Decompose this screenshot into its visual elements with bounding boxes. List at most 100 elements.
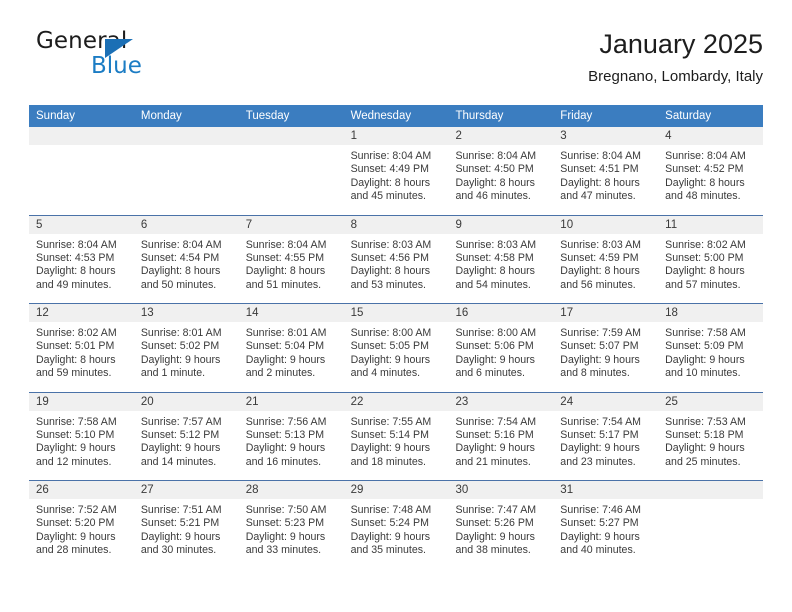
daylight-text-line1: Daylight: 9 hours xyxy=(140,353,221,366)
daylight-text-line2: and 14 minutes. xyxy=(140,455,217,468)
sunset-text: Sunset: 5:23 PM xyxy=(245,517,325,530)
sunset-text: Sunset: 4:59 PM xyxy=(560,251,639,264)
day-cell[interactable]: 7 Sunrise: 8:04 AM Sunset: 4:55 PM Dayli… xyxy=(238,215,344,304)
daylight-text-line1: Daylight: 9 hours xyxy=(350,530,431,543)
daylight-text-line2: and 54 minutes. xyxy=(455,278,531,291)
sunrise-text: Sunrise: 8:04 AM xyxy=(665,150,746,162)
day-cell[interactable]: 28 Sunrise: 7:50 AM Sunset: 5:23 PM Dayl… xyxy=(238,481,344,569)
day-cell[interactable]: 31 Sunrise: 7:46 AM Sunset: 5:27 PM Dayl… xyxy=(553,481,659,569)
day-cell[interactable]: 6 Sunrise: 8:04 AM Sunset: 4:54 PM Dayli… xyxy=(133,215,239,304)
sunset-text: Sunset: 4:54 PM xyxy=(140,251,220,264)
day-cell[interactable]: 12 Sunrise: 8:02 AM Sunset: 5:01 PM Dayl… xyxy=(29,304,134,392)
day-number: 9 xyxy=(448,215,554,234)
sunset-text: Sunset: 5:06 PM xyxy=(455,340,534,353)
day-sun-info: Sunrise: 8:00 AM Sunset: 5:05 PM Dayligh… xyxy=(344,322,449,381)
day-number: 22 xyxy=(343,392,449,411)
day-number: 14 xyxy=(238,304,344,322)
sunrise-text: Sunrise: 8:01 AM xyxy=(245,327,327,339)
daylight-text-line2: and 16 minutes. xyxy=(245,455,322,468)
sunrise-text: Sunrise: 7:58 AM xyxy=(36,415,117,428)
day-number: 30 xyxy=(448,481,554,499)
day-cell xyxy=(238,127,344,215)
daylight-text-line1: Daylight: 8 hours xyxy=(455,176,535,189)
day-cell[interactable]: 4 Sunrise: 8:04 AM Sunset: 4:52 PM Dayli… xyxy=(658,127,764,215)
day-cell[interactable]: 24 Sunrise: 7:54 AM Sunset: 5:17 PM Dayl… xyxy=(553,392,659,481)
day-sun-info: Sunrise: 8:04 AM Sunset: 4:50 PM Dayligh… xyxy=(448,145,553,204)
calendar-week-row: 1 Sunrise: 8:04 AM Sunset: 4:49 PM Dayli… xyxy=(29,127,764,215)
day-number: 20 xyxy=(133,392,239,411)
day-number: 7 xyxy=(238,215,344,234)
day-cell[interactable]: 3 Sunrise: 8:04 AM Sunset: 4:51 PM Dayli… xyxy=(553,127,659,215)
daylight-text-line2: and 30 minutes. xyxy=(140,544,217,557)
day-cell[interactable]: 1 Sunrise: 8:04 AM Sunset: 4:49 PM Dayli… xyxy=(343,127,449,215)
day-cell xyxy=(133,127,239,215)
sunrise-text: Sunrise: 8:04 AM xyxy=(455,150,537,162)
day-sun-info: Sunrise: 7:54 AM Sunset: 5:17 PM Dayligh… xyxy=(553,411,658,470)
daylight-text-line1: Daylight: 9 hours xyxy=(245,530,326,543)
day-number: 21 xyxy=(238,392,344,411)
daylight-text-line1: Daylight: 8 hours xyxy=(245,265,326,278)
day-sun-info: Sunrise: 7:47 AM Sunset: 5:26 PM Dayligh… xyxy=(448,499,553,558)
day-cell[interactable]: 13 Sunrise: 8:01 AM Sunset: 5:02 PM Dayl… xyxy=(133,304,239,392)
day-cell[interactable]: 11 Sunrise: 8:02 AM Sunset: 5:00 PM Dayl… xyxy=(658,215,764,304)
day-cell xyxy=(29,127,134,215)
day-number: 2 xyxy=(448,127,554,145)
brand-logo[interactable]: General Blue xyxy=(29,28,249,86)
day-cell[interactable]: 14 Sunrise: 8:01 AM Sunset: 5:04 PM Dayl… xyxy=(238,304,344,392)
day-cell[interactable]: 25 Sunrise: 7:53 AM Sunset: 5:18 PM Dayl… xyxy=(658,392,764,481)
day-number xyxy=(238,127,344,145)
day-number xyxy=(133,127,239,145)
daylight-text-line2: and 33 minutes. xyxy=(245,544,322,557)
weekday-header-wednesday: Wednesday xyxy=(350,110,412,122)
weekday-header-monday: Monday xyxy=(140,110,182,122)
daylight-text-line1: Daylight: 9 hours xyxy=(245,353,326,366)
day-sun-info: Sunrise: 8:00 AM Sunset: 5:06 PM Dayligh… xyxy=(448,322,553,381)
day-number: 1 xyxy=(343,127,449,145)
daylight-text-line2: and 50 minutes. xyxy=(140,278,217,291)
sunrise-text: Sunrise: 8:02 AM xyxy=(665,238,746,251)
day-sun-info: Sunrise: 8:04 AM Sunset: 4:51 PM Dayligh… xyxy=(553,145,658,204)
weekday-header-sunday: Sunday xyxy=(36,110,76,122)
day-cell[interactable]: 5 Sunrise: 8:04 AM Sunset: 4:53 PM Dayli… xyxy=(29,215,134,304)
sunrise-text: Sunrise: 7:54 AM xyxy=(560,415,641,428)
day-cell[interactable]: 20 Sunrise: 7:57 AM Sunset: 5:12 PM Dayl… xyxy=(133,392,239,481)
day-cell[interactable]: 17 Sunrise: 7:59 AM Sunset: 5:07 PM Dayl… xyxy=(553,304,659,392)
day-cell[interactable]: 9 Sunrise: 8:03 AM Sunset: 4:58 PM Dayli… xyxy=(448,215,554,304)
day-cell[interactable]: 15 Sunrise: 8:00 AM Sunset: 5:05 PM Dayl… xyxy=(343,304,449,392)
day-cell[interactable]: 27 Sunrise: 7:51 AM Sunset: 5:21 PM Dayl… xyxy=(133,481,239,569)
daylight-text-line1: Daylight: 8 hours xyxy=(350,265,431,278)
day-cell[interactable]: 30 Sunrise: 7:47 AM Sunset: 5:26 PM Dayl… xyxy=(448,481,554,569)
day-sun-info: Sunrise: 7:55 AM Sunset: 5:14 PM Dayligh… xyxy=(344,411,449,470)
day-number: 8 xyxy=(343,215,449,234)
daylight-text-line2: and 49 minutes. xyxy=(36,278,112,291)
day-cell[interactable]: 16 Sunrise: 8:00 AM Sunset: 5:06 PM Dayl… xyxy=(448,304,554,392)
day-cell[interactable]: 22 Sunrise: 7:55 AM Sunset: 5:14 PM Dayl… xyxy=(343,392,449,481)
sunset-text: Sunset: 5:14 PM xyxy=(350,428,429,441)
daylight-text-line2: and 35 minutes. xyxy=(350,544,426,557)
day-cell[interactable]: 21 Sunrise: 7:56 AM Sunset: 5:13 PM Dayl… xyxy=(238,392,344,481)
day-sun-info: Sunrise: 8:03 AM Sunset: 4:59 PM Dayligh… xyxy=(553,234,658,293)
daylight-text-line1: Daylight: 9 hours xyxy=(350,353,431,366)
day-cell[interactable]: 26 Sunrise: 7:52 AM Sunset: 5:20 PM Dayl… xyxy=(29,481,134,569)
day-sun-info: Sunrise: 8:04 AM Sunset: 4:49 PM Dayligh… xyxy=(344,145,449,204)
daylight-text-line2: and 56 minutes. xyxy=(560,278,636,291)
day-cell[interactable]: 19 Sunrise: 7:58 AM Sunset: 5:10 PM Dayl… xyxy=(29,392,134,481)
day-cell[interactable]: 8 Sunrise: 8:03 AM Sunset: 4:56 PM Dayli… xyxy=(343,215,449,304)
calendar-page: General Blue January 2025 Bregnano, Lomb… xyxy=(0,0,792,612)
day-cell[interactable]: 2 Sunrise: 8:04 AM Sunset: 4:50 PM Dayli… xyxy=(448,127,554,215)
daylight-text-line1: Daylight: 9 hours xyxy=(455,353,535,366)
day-cell[interactable]: 29 Sunrise: 7:48 AM Sunset: 5:24 PM Dayl… xyxy=(343,481,449,569)
weekday-header-thursday: Thursday xyxy=(455,110,504,122)
daylight-text-line1: Daylight: 9 hours xyxy=(665,353,745,366)
day-cell xyxy=(658,481,764,569)
day-number: 10 xyxy=(553,215,659,234)
daylight-text-line2: and 46 minutes. xyxy=(455,190,531,203)
daylight-text-line1: Daylight: 8 hours xyxy=(36,265,116,278)
day-sun-info: Sunrise: 7:58 AM Sunset: 5:10 PM Dayligh… xyxy=(29,411,134,470)
day-cell[interactable]: 23 Sunrise: 7:54 AM Sunset: 5:16 PM Dayl… xyxy=(448,392,554,481)
sunset-text: Sunset: 5:20 PM xyxy=(36,517,115,530)
sunrise-text: Sunrise: 7:51 AM xyxy=(140,504,222,516)
weekday-header-row: Sunday Monday Tuesday Wednesday Thursday… xyxy=(29,105,763,127)
day-cell[interactable]: 10 Sunrise: 8:03 AM Sunset: 4:59 PM Dayl… xyxy=(553,215,659,304)
day-cell[interactable]: 18 Sunrise: 7:58 AM Sunset: 5:09 PM Dayl… xyxy=(658,304,764,392)
